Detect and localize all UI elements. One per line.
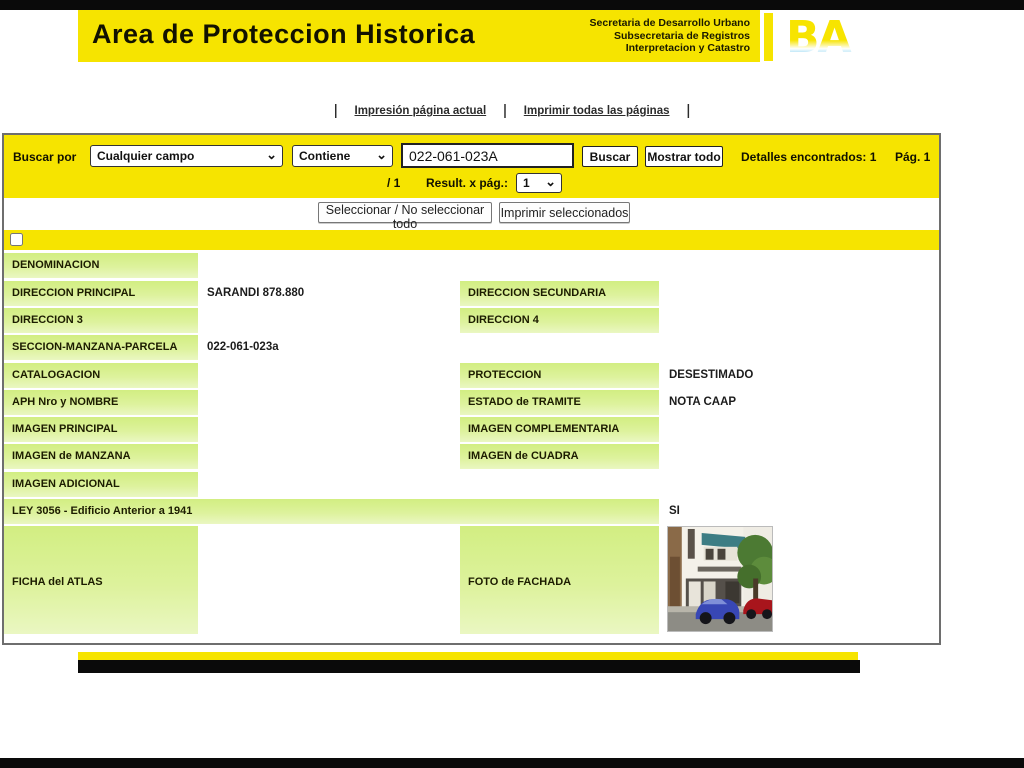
print-current-page-link[interactable]: Impresión página actual <box>355 105 487 117</box>
results-count: Detalles encontrados: 1 <box>741 150 877 164</box>
field-label-imagen-de-manzana: IMAGEN de MANZANA <box>4 444 198 469</box>
per-page-select[interactable]: 1 ⌄ <box>516 173 562 193</box>
search-field-select[interactable]: Cualquier campo ⌄ <box>90 145 283 167</box>
field-value-direccion-principal: SARANDI 878.880 <box>207 287 305 299</box>
search-field-selected-value: Cualquier campo <box>97 149 195 163</box>
print-all-pages-link[interactable]: Imprimir todas las páginas <box>524 105 670 117</box>
link-separator: | <box>334 103 338 119</box>
org-name: Secretaria de Desarrollo Urbano Subsecre… <box>590 17 750 55</box>
search-by-label: Buscar por <box>13 150 77 164</box>
org-line-3: Interpretacion y Catastro <box>625 42 750 54</box>
chevron-down-icon: ⌄ <box>266 147 277 162</box>
field-label-imagen-adicional: IMAGEN ADICIONAL <box>4 472 198 497</box>
page-fraction: / 1 <box>387 176 401 190</box>
search-toolbar: Buscar por Cualquier campo ⌄ Contiene ⌄ … <box>4 135 939 198</box>
top-black-bar <box>0 0 1024 10</box>
header-separator-bar <box>764 13 773 61</box>
ba-logo-text: BA <box>786 12 852 58</box>
field-label-foto-de-fachada: FOTO de FACHADA <box>460 526 659 634</box>
field-label-direccion-principal: DIRECCION PRINCIPAL <box>4 281 198 306</box>
field-label-aph-nro-y-nombre: APH Nro y NOMBRE <box>4 390 198 415</box>
page-title: Area de Proteccion Historica <box>92 19 476 49</box>
page: Area de Proteccion Historica Secretaria … <box>0 0 1024 768</box>
field-label-imagen-complementaria: IMAGEN COMPLEMENTARIA <box>460 417 659 442</box>
facade-photo <box>667 526 773 632</box>
print-links-bar: | Impresión página actual | Imprimir tod… <box>0 103 1024 119</box>
link-separator: | <box>686 103 690 119</box>
show-all-button[interactable]: Mostrar todo <box>645 146 723 167</box>
org-line-2: Subsecretaria de Registros <box>614 29 750 42</box>
main-panel: Buscar por Cualquier campo ⌄ Contiene ⌄ … <box>2 133 941 645</box>
field-label-seccion-manzana-parcela: SECCION-MANZANA-PARCELA <box>4 335 198 360</box>
field-label-direccion-secundaria: DIRECCION SECUNDARIA <box>460 281 659 306</box>
field-value-seccion-manzana-parcela: 022-061-023a <box>207 341 279 353</box>
per-page-selected-value: 1 <box>523 176 530 190</box>
field-label-imagen-de-cuadra: IMAGEN de CUADRA <box>460 444 659 469</box>
field-label-imagen-principal: IMAGEN PRINCIPAL <box>4 417 198 442</box>
record-select-checkbox[interactable] <box>10 233 23 246</box>
footer-black-bar <box>78 660 860 673</box>
link-separator: | <box>503 103 507 119</box>
page-indicator: Pág. 1 <box>895 150 931 164</box>
record-select-band <box>4 230 939 250</box>
bottom-black-bar <box>0 758 1024 768</box>
footer-yellow-bar <box>78 652 858 660</box>
operator-select[interactable]: Contiene ⌄ <box>292 145 393 167</box>
print-selected-button[interactable]: Imprimir seleccionados <box>499 202 630 223</box>
chevron-down-icon: ⌄ <box>545 174 556 189</box>
field-label-ficha-del-atlas: FICHA del ATLAS <box>4 526 198 634</box>
field-label-denominacion: DENOMINACION <box>4 253 198 278</box>
search-button[interactable]: Buscar <box>582 146 638 167</box>
field-label-ley-3056: LEY 3056 - Edificio Anterior a 1941 <box>4 499 659 524</box>
search-query-input[interactable] <box>401 143 574 168</box>
per-page-label: Result. x pág.: <box>426 176 509 190</box>
field-label-estado-de-tramite: ESTADO de TRAMITE <box>460 390 659 415</box>
field-value-ley-3056: SI <box>669 505 680 517</box>
operator-selected-value: Contiene <box>299 149 351 163</box>
field-label-catalogacion: CATALOGACION <box>4 363 198 388</box>
field-value-proteccion: DESESTIMADO <box>669 369 754 381</box>
field-label-proteccion: PROTECCION <box>460 363 659 388</box>
ba-logo: BA <box>786 12 854 58</box>
org-line-1: Secretaria de Desarrollo Urbano <box>589 17 750 29</box>
app-header: Area de Proteccion Historica Secretaria … <box>78 10 760 62</box>
field-label-direccion-4: DIRECCION 4 <box>460 308 659 333</box>
field-label-direccion-3: DIRECCION 3 <box>4 308 198 333</box>
field-value-estado-de-tramite: NOTA CAAP <box>669 396 737 408</box>
chevron-down-icon: ⌄ <box>376 147 387 162</box>
select-all-button[interactable]: Seleccionar / No seleccionar todo <box>318 202 492 231</box>
